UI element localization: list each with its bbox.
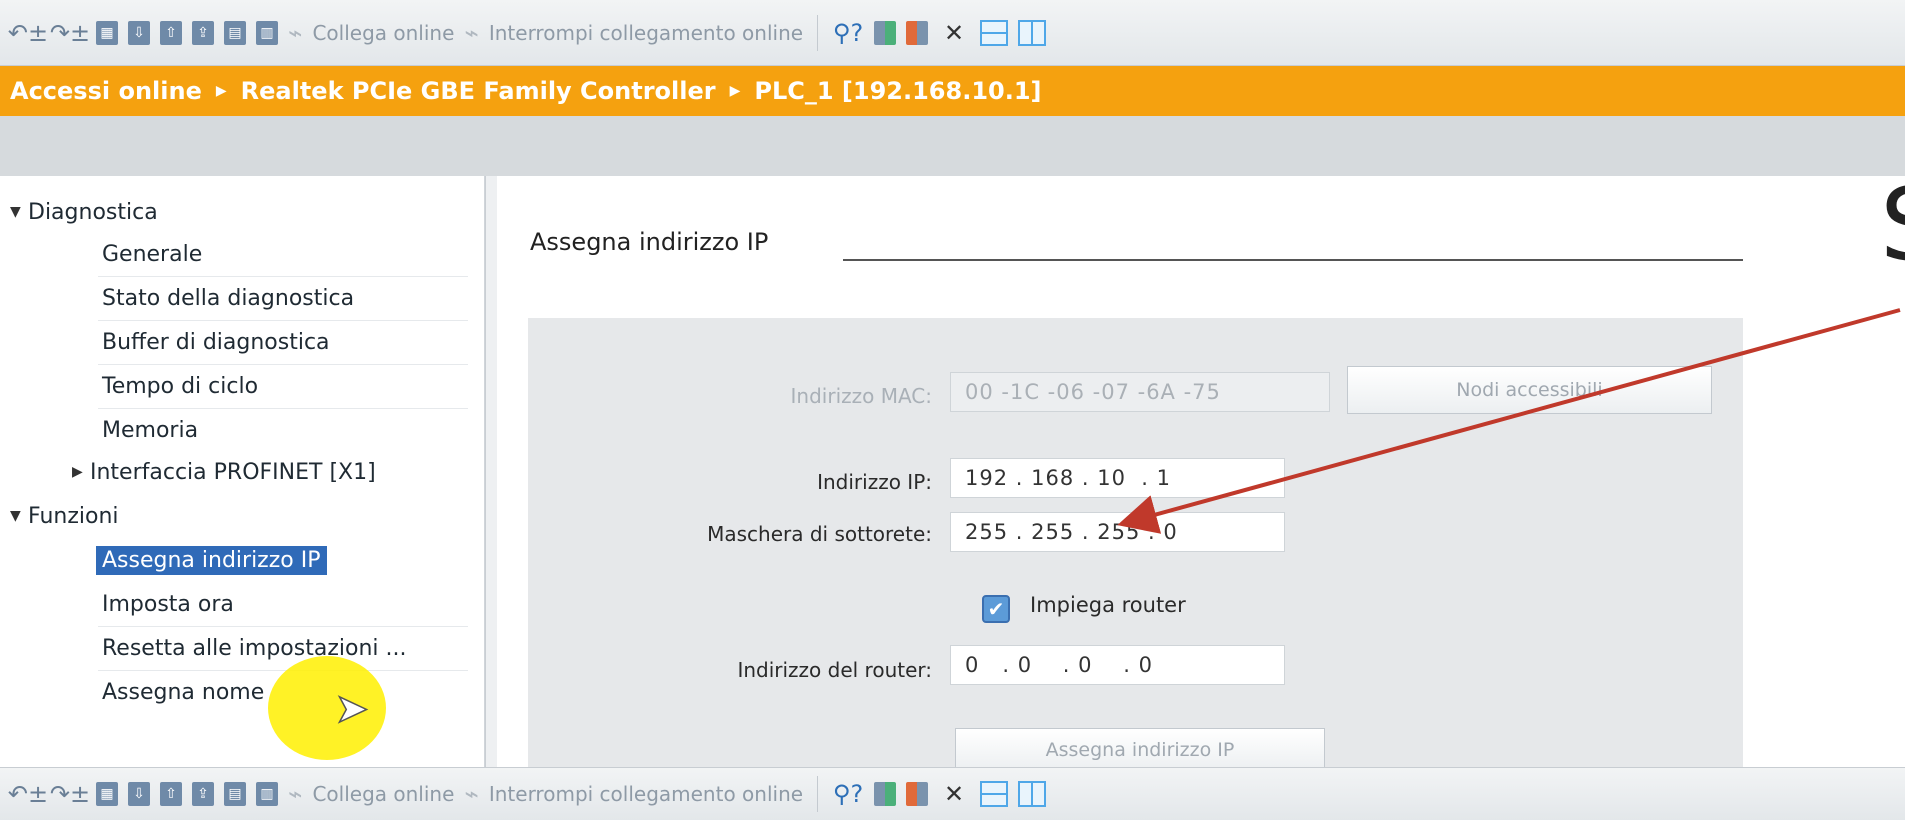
go-online-button[interactable]: Collega online [312,782,454,806]
toolbar-separator [817,776,819,812]
split-horizontal-icon[interactable] [980,781,1009,807]
annotation-arrow-line [1117,308,1901,534]
upload-icon[interactable]: ⇧ [160,782,182,806]
print-icon[interactable]: ▥ [256,782,278,806]
go-offline-button[interactable]: Interrompi collegamento online [489,782,803,806]
go-offline-icon: ⌁ [464,780,479,808]
redo-icon[interactable]: ↷± [50,778,90,810]
compile-icon[interactable]: ▦ [96,782,118,806]
split-vertical-icon[interactable] [1018,781,1047,807]
start-cpu-icon[interactable] [874,782,897,806]
bottom-toolbar: ↶± ↷± ▦ ⇩ ⇧ ⇪ ▤ ▥ ⌁ Collega online ⌁ Int… [0,767,1905,820]
undo-icon[interactable]: ↶± [8,778,48,810]
download-icon[interactable]: ⇩ [128,782,150,806]
device-upload-icon[interactable]: ⇪ [192,782,214,806]
go-online-icon: ⌁ [288,780,303,808]
cross-reference-icon[interactable]: ✕ [938,778,970,810]
mouse-pointer-icon: ➤ [334,685,369,733]
simulation-icon[interactable]: ▤ [224,782,246,806]
stop-cpu-icon[interactable] [906,782,929,806]
accessible-devices-icon[interactable]: ⚲? [832,778,864,810]
